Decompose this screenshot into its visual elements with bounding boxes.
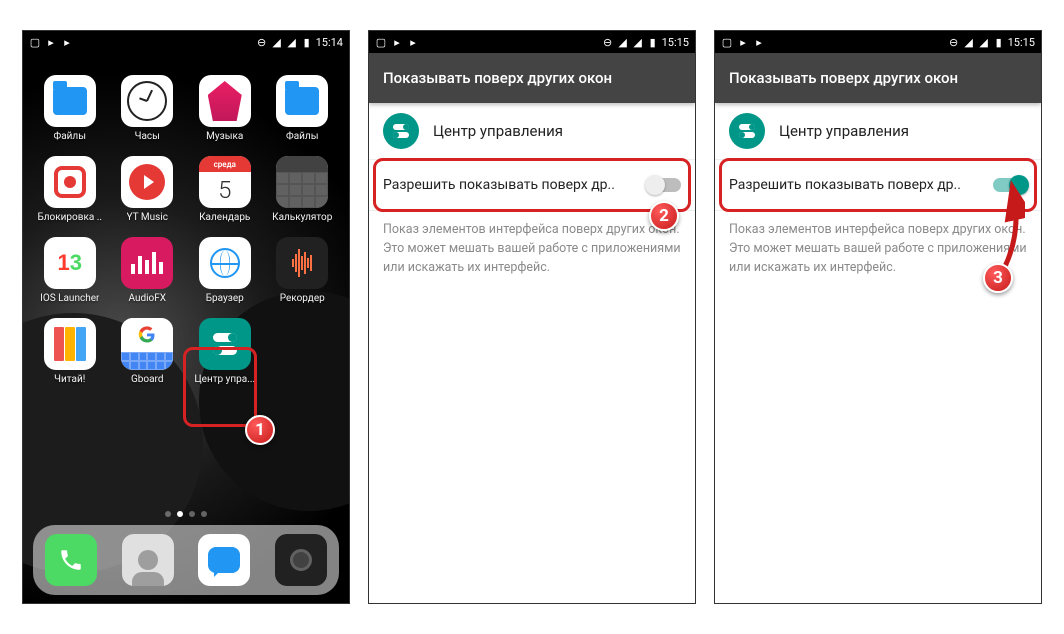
app-recorder[interactable]: Рекордер [264,237,342,304]
toggle-label: Разрешить показывать поверх др.. [729,177,983,193]
contacts-icon [122,534,174,586]
wifi-icon: ◢ [963,36,975,48]
step-badge-3: 3 [983,263,1013,293]
step-badge-1: 1 [245,415,275,445]
app-files[interactable]: Файлы [31,75,109,142]
app-browser[interactable]: Браузер [186,237,264,304]
control-center-icon [383,113,419,149]
wallpaper: ▢ ▸ ▸ ⊖ ◢ ◢ ▮ 15:14 Файлы Часы Музыка Фа… [23,31,349,603]
cast-icon: ▸ [45,36,57,48]
folder-icon [285,87,319,115]
equalizer-icon [121,237,173,289]
permission-description: Показ элементов интерфейса поверх других… [369,211,695,287]
app-ioslauncher[interactable]: 13IOS Launcher [31,237,109,304]
cast-icon: ▸ [391,36,403,48]
app-name-label: Центр управления [779,122,909,140]
dnd-icon: ⊖ [948,36,960,48]
app-name-label: Центр управления [433,122,563,140]
cast-icon-2: ▸ [753,36,765,48]
phone-icon [45,534,97,586]
cast-icon-2: ▸ [407,36,419,48]
clock-text: 15:15 [1008,36,1035,49]
status-bar: ▢▸▸ ⊖◢◢▮15:15 [369,31,695,53]
dnd-icon: ⊖ [602,36,614,48]
app-lockscreen[interactable]: Блокировка .. [31,156,109,223]
ios-icon: 13 [44,237,96,289]
control-center-icon [199,318,251,370]
clock-text: 15:15 [662,36,689,49]
page-indicator[interactable] [23,511,349,517]
control-center-icon [729,113,765,149]
wifi-icon: ◢ [271,36,283,48]
app-calendar[interactable]: среда5Календарь [186,156,264,223]
battery-icon: ▮ [301,36,313,48]
app-info-row: Центр управления [369,103,695,159]
app-read[interactable]: Читай! [31,318,109,385]
camera-icon [275,534,327,586]
waveform-icon [276,237,328,289]
folder-icon [53,87,87,115]
phone-settings-off: ▢▸▸ ⊖◢◢▮15:15 Показывать поверх других о… [368,30,696,604]
signal-icon: ◢ [286,36,298,48]
calculator-icon [276,156,328,208]
app-music[interactable]: Музыка [186,75,264,142]
battery-icon: ▮ [993,36,1005,48]
dock-phone[interactable] [45,534,97,586]
app-control-center[interactable]: Центр упра... [186,318,264,385]
app-calculator[interactable]: Калькулятор [264,156,342,223]
dock-contacts[interactable] [122,534,174,586]
app-files-2[interactable]: Файлы [264,75,342,142]
status-bar: ▢ ▸ ▸ ⊖ ◢ ◢ ▮ 15:14 [23,31,349,53]
overlay-toggle[interactable] [647,178,681,192]
app-grid: Файлы Часы Музыка Файлы Блокировка .. YT… [23,75,349,385]
phone-home: ▢ ▸ ▸ ⊖ ◢ ◢ ▮ 15:14 Файлы Часы Музыка Фа… [22,30,350,604]
app-gboard[interactable]: Gboard [109,318,187,385]
battery-icon: ▮ [647,36,659,48]
messages-icon [198,534,250,586]
overlay-toggle[interactable] [993,178,1027,192]
image-icon: ▢ [29,36,41,48]
cast-icon: ▸ [737,36,749,48]
dock-messages[interactable] [198,534,250,586]
books-icon [44,318,96,370]
calendar-icon: среда5 [199,156,251,208]
record-icon [54,166,86,198]
overlay-permission-row[interactable]: Разрешить показывать поверх др.. [369,159,695,211]
phone-settings-on: ▢▸▸ ⊖◢◢▮15:15 Показывать поверх других о… [714,30,1042,604]
signal-icon: ◢ [978,36,990,48]
app-info-row: Центр управления [715,103,1041,159]
step-badge-2: 2 [649,201,679,231]
signal-icon: ◢ [632,36,644,48]
dock-camera[interactable] [275,534,327,586]
toggle-label: Разрешить показывать поверх др.. [383,177,637,193]
music-icon [208,81,242,121]
status-bar: ▢▸▸ ⊖◢◢▮15:15 [715,31,1041,53]
dock [33,525,339,595]
clock-text: 15:14 [316,36,343,49]
gboard-icon [121,318,173,370]
image-icon: ▢ [721,36,733,48]
wifi-icon: ◢ [617,36,629,48]
dnd-icon: ⊖ [256,36,268,48]
overlay-permission-row[interactable]: Разрешить показывать поверх др.. [715,159,1041,211]
cast-icon-2: ▸ [61,36,73,48]
globe-icon [210,248,240,278]
app-audiofx[interactable]: AudioFX [109,237,187,304]
image-icon: ▢ [375,36,387,48]
app-clock[interactable]: Часы [109,75,187,142]
clock-icon [127,81,167,121]
page-title: Показывать поверх других окон [715,53,1041,103]
youtube-icon [129,164,165,200]
page-title: Показывать поверх других окон [369,53,695,103]
app-ytmusic[interactable]: YT Music [109,156,187,223]
